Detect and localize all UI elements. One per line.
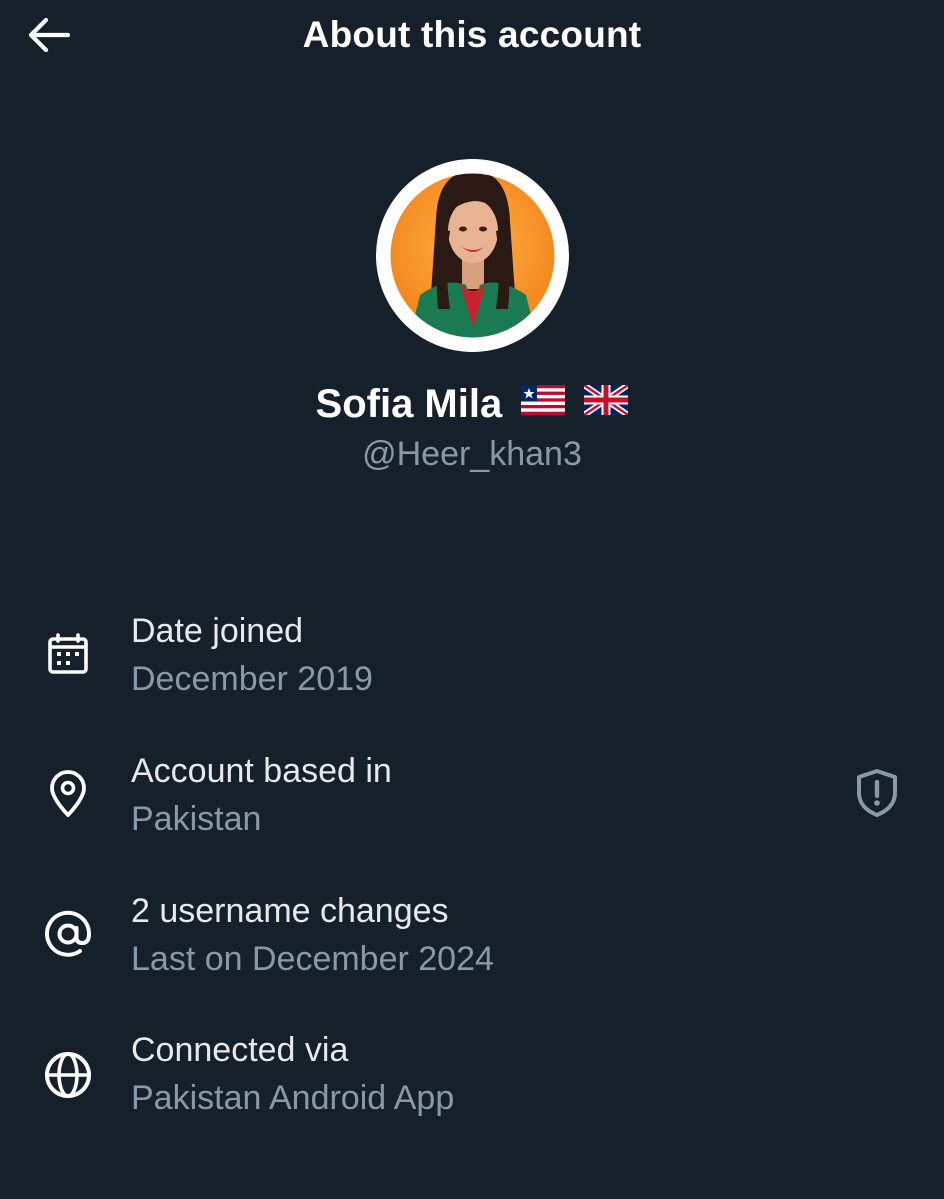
- info-item-date-joined: Date joined December 2019: [0, 612, 944, 712]
- info-value: Pakistan: [131, 800, 262, 838]
- at-sign-icon: [40, 906, 96, 962]
- info-item-connected-via: Connected via Pakistan Android App: [0, 1031, 944, 1131]
- shield-alert-button[interactable]: [846, 762, 908, 824]
- display-name: Sofia Mila: [315, 382, 503, 426]
- liberia-flag-icon: [521, 380, 566, 425]
- uk-flag-icon: [582, 380, 631, 425]
- info-item-username-changes: 2 username changes Last on December 2024: [0, 892, 944, 992]
- location-pin-icon: [40, 766, 96, 822]
- shield-alert-icon: [857, 769, 897, 817]
- info-item-account-based-in[interactable]: Account based in Pakistan: [0, 752, 944, 852]
- info-value: Last on December 2024: [131, 940, 494, 978]
- info-label: Date joined: [131, 612, 304, 650]
- info-label: Connected via: [131, 1031, 349, 1069]
- info-label: 2 username changes: [131, 892, 449, 930]
- profile-name-row: Sofia Mila: [0, 382, 944, 429]
- avatar[interactable]: [376, 159, 569, 352]
- globe-icon: [40, 1047, 96, 1103]
- info-value: Pakistan Android App: [131, 1079, 455, 1117]
- page-title: About this account: [302, 14, 642, 55]
- info-value: December 2019: [131, 660, 373, 698]
- top-bar: About this account: [0, 0, 944, 72]
- calendar-icon: [40, 626, 96, 682]
- info-label: Account based in: [131, 752, 392, 790]
- username-handle: @Heer_khan3: [362, 435, 582, 473]
